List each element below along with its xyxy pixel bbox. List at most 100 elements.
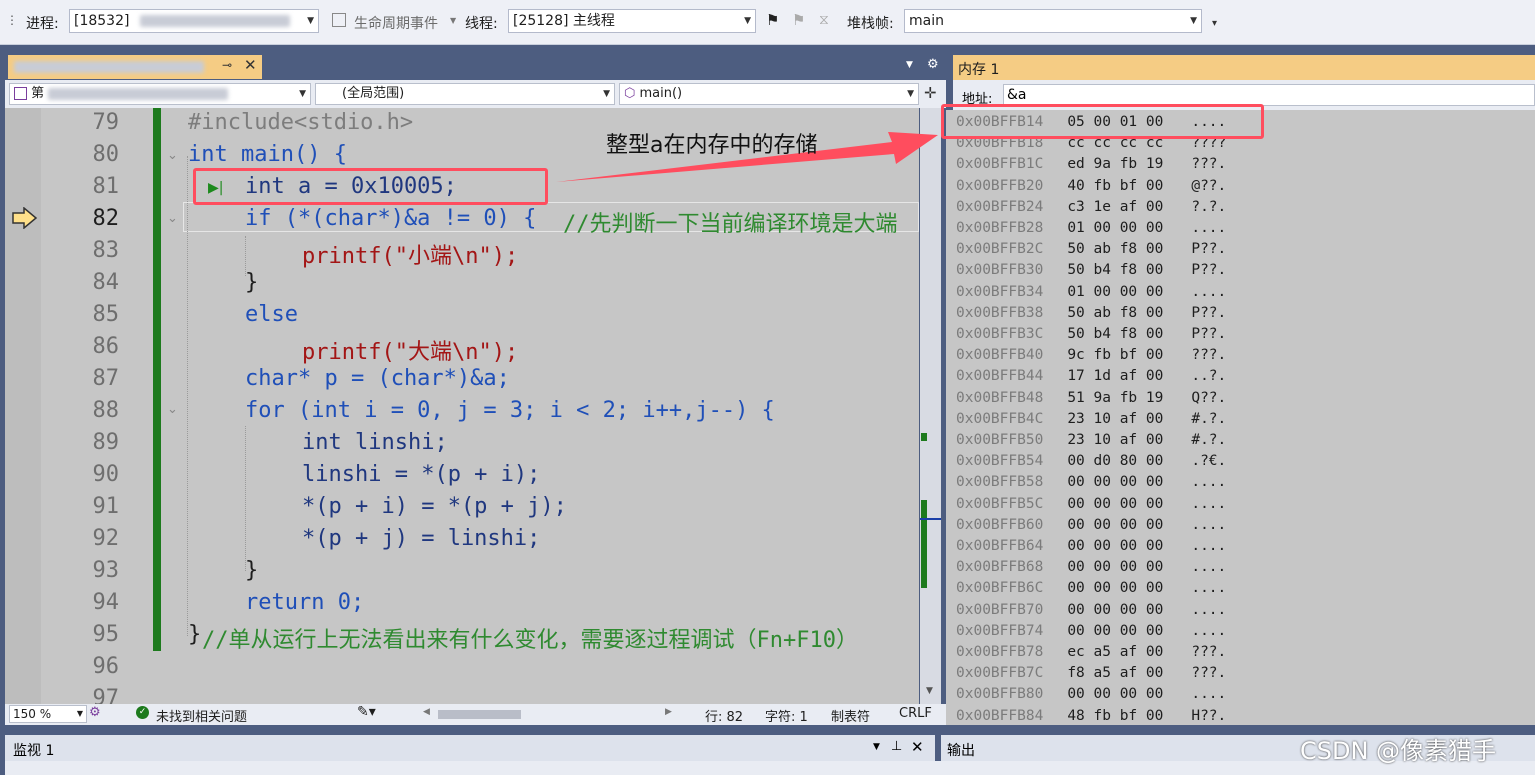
horizontal-scrollbar-thumb[interactable] <box>438 710 521 719</box>
scroll-left-icon[interactable]: ◀ <box>423 707 430 717</box>
memory-row[interactable]: 0x00BFFB60 00 00 00 00.... <box>956 517 1226 533</box>
memory-row[interactable]: 0x00BFFB1C ed 9a fb 19???. <box>956 156 1226 172</box>
stackframe-select[interactable]: main ▼ <box>904 9 1202 33</box>
editor-tab[interactable]: ⊸ ✕ <box>8 55 262 79</box>
scope-select[interactable]: (全局范围) ▼ <box>315 83 615 105</box>
memory-row[interactable]: 0x00BFFB78 ec a5 af 00???. <box>956 644 1226 660</box>
zoom-select[interactable]: 150 % ▼ <box>9 705 87 723</box>
memory-row[interactable]: 0x00BFFB38 50 ab f8 00 P??. <box>956 305 1226 321</box>
fold-icon[interactable]: ⌄ <box>167 211 178 226</box>
memory-chars: #.?. <box>1191 410 1227 427</box>
line-number: 85 <box>92 302 120 327</box>
pin-icon[interactable]: ⊥ <box>891 739 902 754</box>
lifecycle-events-button[interactable]: 生命周期事件 <box>354 13 438 33</box>
flag-icon[interactable]: ⚑ <box>766 11 779 29</box>
stackframe-label: 堆栈帧: <box>847 16 894 32</box>
toolbar-overflow-icon[interactable]: ▾ <box>1212 18 1217 29</box>
memory-bytes: 01 00 00 00 <box>1067 220 1164 236</box>
line-number: 89 <box>92 430 120 455</box>
tab-list-dropdown-icon[interactable]: ▼ <box>906 60 913 70</box>
editor-vertical-scrollbar[interactable]: ▼ <box>920 108 941 704</box>
line-number: 88 <box>92 398 120 423</box>
function-select[interactable]: ⬡ main() ▼ <box>619 83 919 105</box>
memory-row[interactable]: 0x00BFFB3C 50 b4 f8 00 P??. <box>956 326 1226 342</box>
thread-select[interactable]: [25128] 主线程 ▼ <box>508 9 756 33</box>
memory-row[interactable]: 0x00BFFB30 50 b4 f8 00 P??. <box>956 262 1226 278</box>
split-icon[interactable]: ✛ <box>924 84 937 102</box>
project-select[interactable]: 第 ▼ <box>9 83 311 105</box>
memory-bytes: 50 ab f8 00 <box>1067 304 1164 321</box>
memory-chars: P??. <box>1191 262 1227 279</box>
memory-address: 0x00BFFB74 <box>956 622 1044 639</box>
memory-view[interactable]: 0x00BFFB14 05 00 01 00.... 0x00BFFB18 cc cc… <box>946 110 1535 725</box>
memory-row[interactable]: 0x00BFFB28 01 00 00 00.... <box>956 220 1226 236</box>
pin-icon[interactable]: ⊸ <box>222 58 232 72</box>
memory-chars: .... <box>1191 516 1227 533</box>
watch-window-header[interactable]: 监视 1 ▼ ⊥ ✕ <box>5 735 935 761</box>
close-icon[interactable]: ✕ <box>911 738 924 756</box>
memory-row[interactable]: 0x00BFFB48 51 9a fb 19 Q??. <box>956 390 1226 406</box>
char-indicator[interactable]: 字符: 1 <box>765 706 808 725</box>
memory-row[interactable]: 0x00BFFB58 00 00 00 00.... <box>956 474 1226 490</box>
indent-guide <box>245 426 247 571</box>
tabs-indicator[interactable]: 制表符 <box>831 706 870 725</box>
memory-row[interactable]: 0x00BFFB74 00 00 00 00.... <box>956 623 1226 639</box>
memory-row[interactable]: 0x00BFFB54 00 d0 80 00 .?€. <box>956 453 1226 469</box>
close-icon[interactable]: ✕ <box>244 56 257 74</box>
line-number: 92 <box>92 526 120 551</box>
editor-status-bar: 150 % ▼ ⚙ ✓ 未找到相关问题 ✎▾ ◀ ▶ 行: 82 字符: 1 制… <box>5 704 946 725</box>
memory-bytes: ec a5 af 00 <box>1067 644 1164 660</box>
issues-status[interactable]: 未找到相关问题 <box>156 706 247 725</box>
gear-icon[interactable]: ⚙ <box>927 57 939 72</box>
code-line: printf("小端\n"); <box>302 244 519 269</box>
line-indicator[interactable]: 行: 82 <box>705 706 743 725</box>
line-number: 94 <box>92 590 120 615</box>
memory-row[interactable]: 0x00BFFB7C f8 a5 af 00???. <box>956 665 1226 681</box>
fold-icon[interactable]: ⌄ <box>167 402 178 417</box>
memory-row[interactable]: 0x00BFFB44 17 1d af 00..?. <box>956 368 1226 384</box>
address-input[interactable]: &a <box>1003 84 1535 106</box>
line-number: 84 <box>92 270 120 295</box>
scroll-down-icon[interactable]: ▼ <box>926 686 933 696</box>
memory-row[interactable]: 0x00BFFB2C 50 ab f8 00 P??. <box>956 241 1226 257</box>
process-icon: ⋮ <box>6 13 18 27</box>
memory-bytes: 40 fb bf 00 <box>1067 177 1164 194</box>
memory-row[interactable]: 0x00BFFB34 01 00 00 00.... <box>956 284 1226 300</box>
scroll-right-icon[interactable]: ▶ <box>665 707 672 717</box>
glyph-margin[interactable] <box>5 108 41 704</box>
memory-address: 0x00BFFB50 <box>956 432 1044 448</box>
chevron-down-icon: ▼ <box>76 709 83 718</box>
line-number: 93 <box>92 558 120 583</box>
fold-icon[interactable]: ⌄ <box>167 148 178 163</box>
memory-row[interactable]: 0x00BFFB64 00 00 00 00.... <box>956 538 1226 554</box>
code-line: #include<stdio.h> <box>188 110 414 135</box>
memory-row[interactable]: 0x00BFFB70 00 00 00 00.... <box>956 602 1226 618</box>
memory-row[interactable]: 0x00BFFB68 00 00 00 00.... <box>956 559 1226 575</box>
memory-row[interactable]: 0x00BFFB84 48 fb bf 00 H??. <box>956 708 1226 724</box>
process-label: 进程: <box>26 16 59 32</box>
thread-value: [25128] 主线程 <box>513 13 615 29</box>
memory-chars: .... <box>1191 220 1227 236</box>
scroll-change-marker <box>921 500 927 588</box>
memory-row[interactable]: 0x00BFFB50 23 10 af 00 #.?. <box>956 432 1226 448</box>
debug-toolbar: ⋮ 进程: [18532] ▼ 生命周期事件 ▼ 线程: [25128] 主线程… <box>0 0 1535 45</box>
cleanup-brush-icon[interactable]: ✎▾ <box>357 704 376 720</box>
chevron-down-icon[interactable]: ▼ <box>873 742 880 752</box>
process-select[interactable]: [18532] ▼ <box>69 9 319 33</box>
memory-row[interactable]: 0x00BFFB40 9c fb bf 00???. <box>956 347 1226 363</box>
cube-icon: ⬡ <box>624 86 636 101</box>
flag-threads-icon[interactable]: ⚑ <box>792 11 805 29</box>
eol-indicator[interactable]: CRLF <box>899 706 932 721</box>
memory-row[interactable]: 0x00BFFB6C 00 00 00 00.... <box>956 580 1226 596</box>
filter-icon[interactable]: ⧖ <box>819 12 829 28</box>
memory-bytes: 00 00 00 00 <box>1067 559 1164 576</box>
memory-row[interactable]: 0x00BFFB20 40 fb bf 00 @??. <box>956 178 1226 194</box>
memory-row[interactable]: 0x00BFFB80 00 00 00 00.... <box>956 686 1226 702</box>
intellicode-icon[interactable]: ⚙ <box>89 705 101 720</box>
memory-row[interactable]: 0x00BFFB4C 23 10 af 00 #.?. <box>956 411 1226 427</box>
memory-row[interactable]: 0x00BFFB5C 00 00 00 00.... <box>956 496 1226 512</box>
memory-address: 0x00BFFB6C <box>956 580 1044 597</box>
memory-window-tab[interactable]: 内存 1 <box>953 55 1535 80</box>
memory-row[interactable]: 0x00BFFB24 c3 1e af 00?.?. <box>956 199 1226 215</box>
line-number: 80 <box>92 142 120 167</box>
